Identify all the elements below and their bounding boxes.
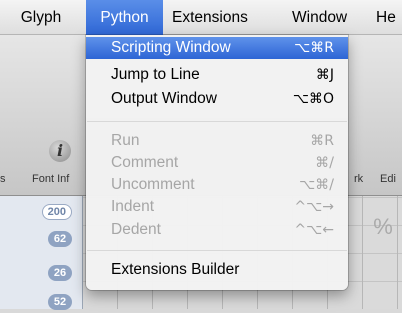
menu-item-label: Extensions Builder xyxy=(111,261,240,278)
glyph-cell[interactable]: % xyxy=(372,214,394,239)
menu-item-label: Jump to Line xyxy=(111,66,200,83)
menu-item-label: Scripting Window xyxy=(111,39,231,56)
menu-item-label: Dedent xyxy=(111,221,161,238)
count-badge: 200 xyxy=(41,204,72,220)
menu-item-label: Comment xyxy=(111,154,179,171)
menu-item-shortcut: ⌥⌘O xyxy=(292,91,334,107)
menubar: Glyph Python Extensions Window He xyxy=(0,0,402,35)
menu-extensions[interactable]: Extensions xyxy=(172,0,280,35)
glyph-sidebar: 200 62 26 52 xyxy=(0,196,83,310)
menu-item-run[interactable]: Run ⌘R xyxy=(86,130,348,152)
menu-item-shortcut: ⌘J xyxy=(315,67,334,83)
toolbar-label-mark[interactable]: rk xyxy=(354,173,363,185)
menu-python[interactable]: Python xyxy=(86,0,163,35)
menu-item-indent[interactable]: Indent ^⌥→ xyxy=(86,196,348,218)
menu-item-label: Indent xyxy=(111,198,155,215)
menu-separator xyxy=(87,250,347,251)
font-info-icon[interactable]: i xyxy=(49,140,71,162)
menu-glyph[interactable]: Glyph xyxy=(0,0,82,35)
count-badge: 62 xyxy=(48,231,72,247)
count-badge: 52 xyxy=(48,294,72,310)
list-item[interactable]: 26 xyxy=(0,262,82,284)
menu-item-extensions-builder[interactable]: Extensions Builder xyxy=(86,259,348,281)
menu-item-scripting-window[interactable]: Scripting Window ⌥⌘R xyxy=(86,37,348,59)
menu-item-shortcut: ⌘R xyxy=(310,133,334,149)
menu-item-shortcut: ⌘/ xyxy=(315,155,334,171)
menu-item-shortcut: ⌥⌘R xyxy=(294,40,334,56)
menu-item-shortcut: ^⌥← xyxy=(294,222,334,238)
menu-item-comment[interactable]: Comment ⌘/ xyxy=(86,152,348,174)
toolbar-label-font-info[interactable]: Font Inf xyxy=(32,173,69,185)
menu-item-label: Run xyxy=(111,132,140,149)
menu-item-jump-to-line[interactable]: Jump to Line ⌘J xyxy=(86,64,348,86)
menu-separator xyxy=(87,121,347,122)
list-item[interactable]: 52 xyxy=(0,291,82,313)
menu-item-dedent[interactable]: Dedent ^⌥← xyxy=(86,219,348,241)
list-item[interactable]: 200 xyxy=(0,201,82,223)
python-menu: Scripting Window ⌥⌘R Jump to Line ⌘J Out… xyxy=(86,35,348,290)
menu-item-output-window[interactable]: Output Window ⌥⌘O xyxy=(86,88,348,110)
toolbar-label-partial: s xyxy=(0,173,6,185)
menu-item-uncomment[interactable]: Uncomment ⌥⌘/ xyxy=(86,174,348,196)
list-item[interactable]: 62 xyxy=(0,228,82,250)
menu-item-label: Uncomment xyxy=(111,176,195,193)
menu-item-shortcut: ⌥⌘/ xyxy=(299,177,334,193)
toolbar-label-edit[interactable]: Edi xyxy=(380,173,396,185)
menu-window[interactable]: Window xyxy=(292,0,362,35)
menu-item-label: Output Window xyxy=(111,90,217,107)
count-badge: 26 xyxy=(48,265,72,281)
menu-item-shortcut: ^⌥→ xyxy=(294,199,334,215)
menu-help[interactable]: He xyxy=(376,0,402,35)
